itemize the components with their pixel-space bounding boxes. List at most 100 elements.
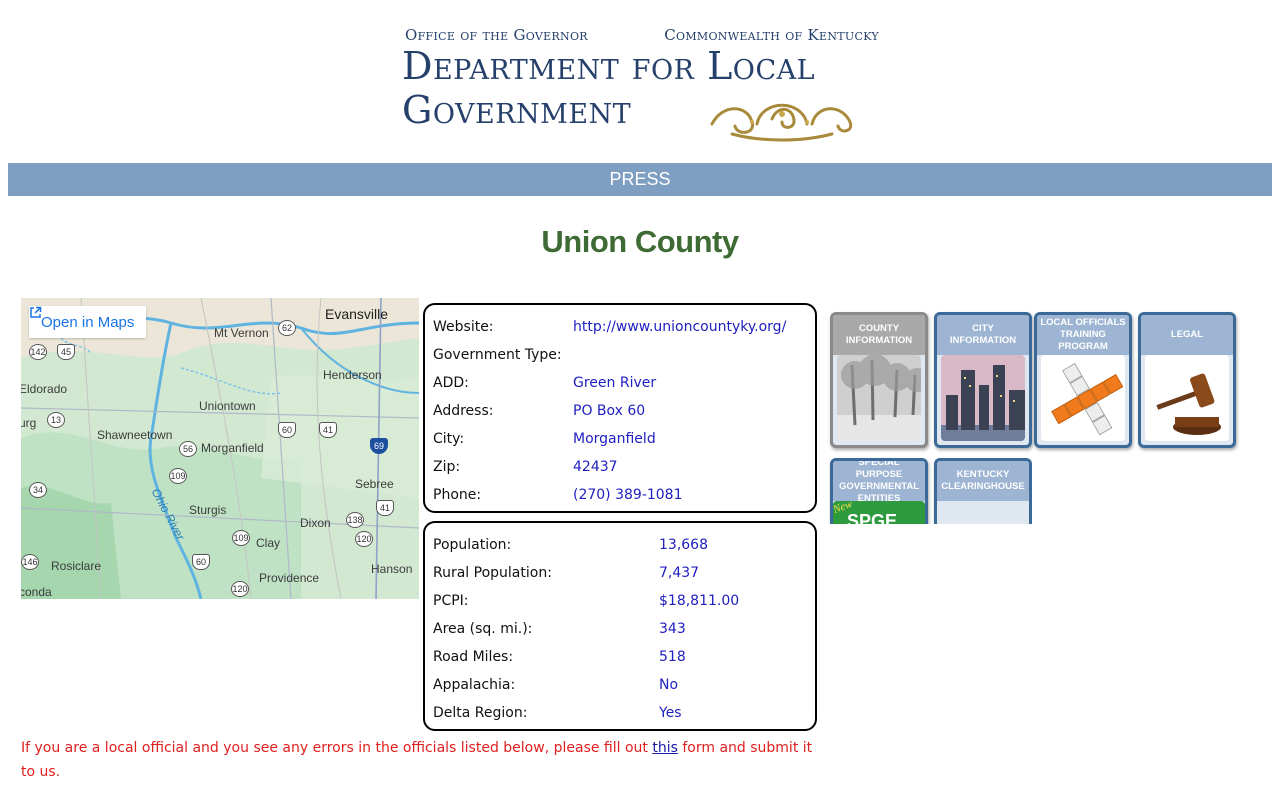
route-shield-120b: 120 xyxy=(231,581,249,597)
zip-label: Zip: xyxy=(433,459,461,475)
main-navbar: PRESS xyxy=(8,163,1272,196)
tile-city-information[interactable]: City Information xyxy=(934,312,1032,448)
pcpi-row: PCPI: $18,811.00 xyxy=(425,587,815,615)
tile-city-caption: City Information xyxy=(937,315,1029,355)
population-label: Population: xyxy=(433,537,512,553)
map-label-sebree: Sebree xyxy=(355,477,394,491)
address-value: PO Box 60 xyxy=(573,403,646,419)
zip-value: 42437 xyxy=(573,459,618,475)
learn-blocks-icon xyxy=(1041,355,1125,441)
route-shield-41a: 41 xyxy=(319,422,337,438)
commonwealth-text: Commonwealth of Kentucky xyxy=(664,26,879,44)
pcpi-label: PCPI: xyxy=(433,593,469,609)
appalachia-row: Appalachia: No xyxy=(425,671,815,699)
nav-press[interactable]: PRESS xyxy=(609,169,670,190)
route-shield-56: 56 xyxy=(179,441,197,457)
phone-value: (270) 389-1081 xyxy=(573,487,683,503)
route-shield-142: 142 xyxy=(29,344,47,360)
route-shield-120a: 120 xyxy=(355,531,373,547)
map-label-clay: Clay xyxy=(256,536,281,550)
open-in-maps-label: Open in Maps xyxy=(41,313,135,331)
road-miles-row: Road Miles: 518 xyxy=(425,643,815,671)
map-label-rosiclare: Rosiclare xyxy=(51,559,102,573)
department-logo[interactable]: Office of the Governor Commonwealth of K… xyxy=(402,22,882,147)
department-title-line1: Department for Local xyxy=(402,44,816,88)
route-shield-34: 34 xyxy=(29,482,47,498)
pcpi-value: $18,811.00 xyxy=(659,593,740,609)
tile-special-purpose-entities[interactable]: Special Purpose Governmental Entities SP… xyxy=(830,458,928,524)
route-shield-109a: 109 xyxy=(169,468,187,484)
map-label-dixon: Dixon xyxy=(300,516,331,530)
route-shield-146: 146 xyxy=(21,554,39,570)
map-label-morganfield: Morganfield xyxy=(201,441,264,455)
address-label: Address: xyxy=(433,403,494,419)
area-row: Area (sq. mi.): 343 xyxy=(425,615,815,643)
address-row: Address: PO Box 60 xyxy=(425,397,815,425)
county-stats-box: Population: 13,668 Rural Population: 7,4… xyxy=(423,521,817,731)
tile-local-officials-training[interactable]: Local Officials Training Program xyxy=(1034,312,1132,448)
route-shield-109b: 109 xyxy=(232,530,250,546)
map-label-providence: Providence xyxy=(259,571,320,585)
route-shield-60b: 60 xyxy=(192,554,210,570)
notice-text-before: If you are a local official and you see … xyxy=(21,740,653,756)
add-row: ADD: Green River xyxy=(425,369,815,397)
delta-region-label: Delta Region: xyxy=(433,705,528,721)
tile-legal[interactable]: Legal xyxy=(1138,312,1236,448)
map-label-shawneetown: Shawneetown xyxy=(97,428,173,442)
website-label: Website: xyxy=(433,319,494,335)
map-label-hanson: Hanson xyxy=(371,562,413,576)
road-miles-label: Road Miles: xyxy=(433,649,514,665)
appalachia-label: Appalachia: xyxy=(433,677,516,693)
tile-county-information[interactable]: County Information xyxy=(830,312,928,448)
population-row: Population: 13,668 xyxy=(425,531,815,559)
government-type-row: Government Type: xyxy=(425,341,815,369)
gold-flourish-icon xyxy=(710,103,853,142)
appalachia-value: No xyxy=(659,677,679,693)
tiles-row2-viewport: Special Purpose Governmental Entities SP… xyxy=(828,456,1032,524)
tile-legal-caption: Legal xyxy=(1141,315,1233,355)
city-value: Morganfield xyxy=(573,431,656,447)
area-value: 343 xyxy=(659,621,686,637)
map-label-sturgis: Sturgis xyxy=(189,503,227,517)
government-type-label: Government Type: xyxy=(433,347,562,363)
route-shield-138: 138 xyxy=(346,512,364,528)
rural-population-row: Rural Population: 7,437 xyxy=(425,559,815,587)
route-shield-62: 62 xyxy=(278,320,296,336)
delta-region-value: Yes xyxy=(659,705,682,721)
website-row: Website: http://www.unioncountyky.org/ xyxy=(425,313,815,341)
office-of-governor-text: Office of the Governor xyxy=(405,26,588,44)
logo-top-row: Office of the Governor Commonwealth of K… xyxy=(405,26,879,44)
add-label: ADD: xyxy=(433,375,469,391)
tile-kentucky-clearinghouse[interactable]: Kentucky Clearinghouse xyxy=(934,458,1032,524)
tile-spge-caption: Special Purpose Governmental Entities xyxy=(833,461,925,504)
population-value: 13,668 xyxy=(659,537,708,553)
map-label-henderson: Henderson xyxy=(323,368,382,382)
county-map[interactable]: Open in Maps Evansville Mt Vernon Hender… xyxy=(21,298,419,599)
open-in-maps-button[interactable]: Open in Maps xyxy=(29,306,147,338)
phone-label: Phone: xyxy=(433,487,482,503)
route-shield-13: 13 xyxy=(47,412,65,428)
spge-badge-text: SPGE xyxy=(847,511,898,524)
contact-info-box: Website: http://www.unioncountyky.org/ G… xyxy=(423,303,817,513)
map-label-eldorado: Eldorado xyxy=(21,382,68,396)
area-label: Area (sq. mi.): xyxy=(433,621,533,637)
add-value: Green River xyxy=(573,375,657,391)
rural-population-label: Rural Population: xyxy=(433,565,552,581)
gavel-icon xyxy=(1145,355,1229,441)
map-label-conda: conda xyxy=(21,585,52,599)
trees-image-icon xyxy=(837,355,921,441)
route-shield-41b: 41 xyxy=(376,500,394,516)
city-row: City: Morganfield xyxy=(425,425,815,453)
phone-row: Phone: (270) 389-1081 xyxy=(425,481,815,509)
officials-error-notice: If you are a local official and you see … xyxy=(21,736,821,784)
external-link-icon xyxy=(30,306,42,318)
tile-training-caption: Local Officials Training Program xyxy=(1037,315,1129,355)
city-skyline-icon xyxy=(941,355,1025,441)
notice-form-link[interactable]: this xyxy=(652,740,678,756)
map-label-urg: urg xyxy=(21,416,37,430)
spge-badge-icon: SPGE New xyxy=(833,501,925,524)
website-link[interactable]: http://www.unioncountyky.org/ xyxy=(573,319,786,335)
map-label-evansville: Evansville xyxy=(325,306,389,322)
route-shield-45: 45 xyxy=(57,344,75,360)
delta-region-row: Delta Region: Yes xyxy=(425,699,815,727)
